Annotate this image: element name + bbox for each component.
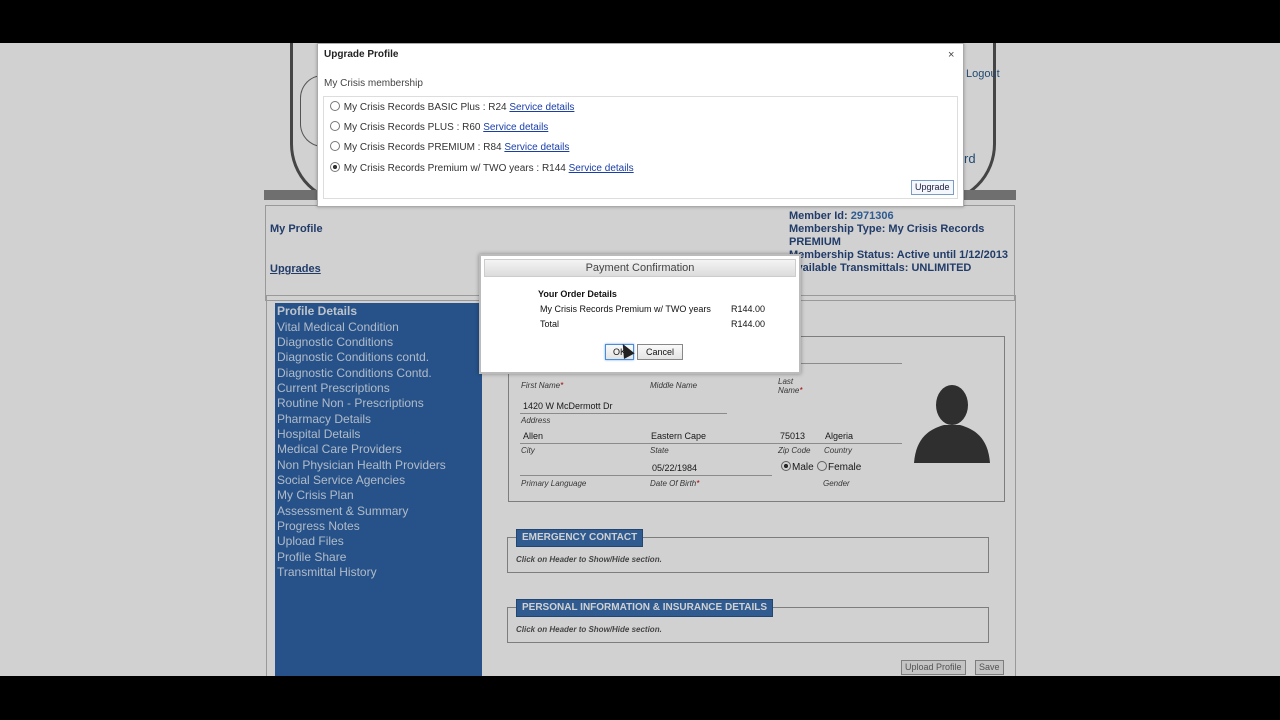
service-details-link[interactable]: Service details <box>504 142 569 153</box>
service-details-link[interactable]: Service details <box>483 122 548 133</box>
order-total-price: R144.00 <box>731 319 766 329</box>
order-item-name: My Crisis Records Premium w/ TWO years <box>540 304 711 314</box>
option-plus[interactable]: My Crisis Records PLUS : R60 Service det… <box>330 121 548 133</box>
membership-options: My Crisis Records BASIC Plus : R24 Servi… <box>323 96 958 199</box>
browser-viewport: Logout rd My Profile Upgrades Member Id:… <box>0 43 1280 676</box>
order-item-price: R144.00 <box>731 304 766 314</box>
upgrade-button[interactable]: Upgrade <box>911 180 954 195</box>
modal-title: Upgrade Profile <box>324 49 399 60</box>
close-icon[interactable]: × <box>948 49 954 61</box>
cancel-button[interactable]: Cancel <box>637 344 683 360</box>
service-details-link[interactable]: Service details <box>569 163 634 174</box>
option-premium-two-years[interactable]: My Crisis Records Premium w/ TWO years :… <box>330 162 634 174</box>
payment-title: Payment Confirmation <box>484 259 796 277</box>
service-details-link[interactable]: Service details <box>509 102 574 113</box>
radio-plus[interactable] <box>330 121 340 131</box>
order-total-label: Total <box>540 319 560 329</box>
order-details-heading: Your Order Details <box>538 289 617 299</box>
radio-basic-plus[interactable] <box>330 101 340 111</box>
upgrade-profile-modal: Upgrade Profile × My Crisis membership M… <box>317 43 964 207</box>
radio-premium-two-years[interactable] <box>330 162 340 172</box>
option-premium[interactable]: My Crisis Records PREMIUM : R84 Service … <box>330 141 569 153</box>
option-basic-plus[interactable]: My Crisis Records BASIC Plus : R24 Servi… <box>330 101 574 113</box>
radio-premium[interactable] <box>330 141 340 151</box>
modal-subtitle: My Crisis membership <box>324 78 423 89</box>
payment-confirmation-dialog: Payment Confirmation Your Order Details … <box>479 254 801 374</box>
